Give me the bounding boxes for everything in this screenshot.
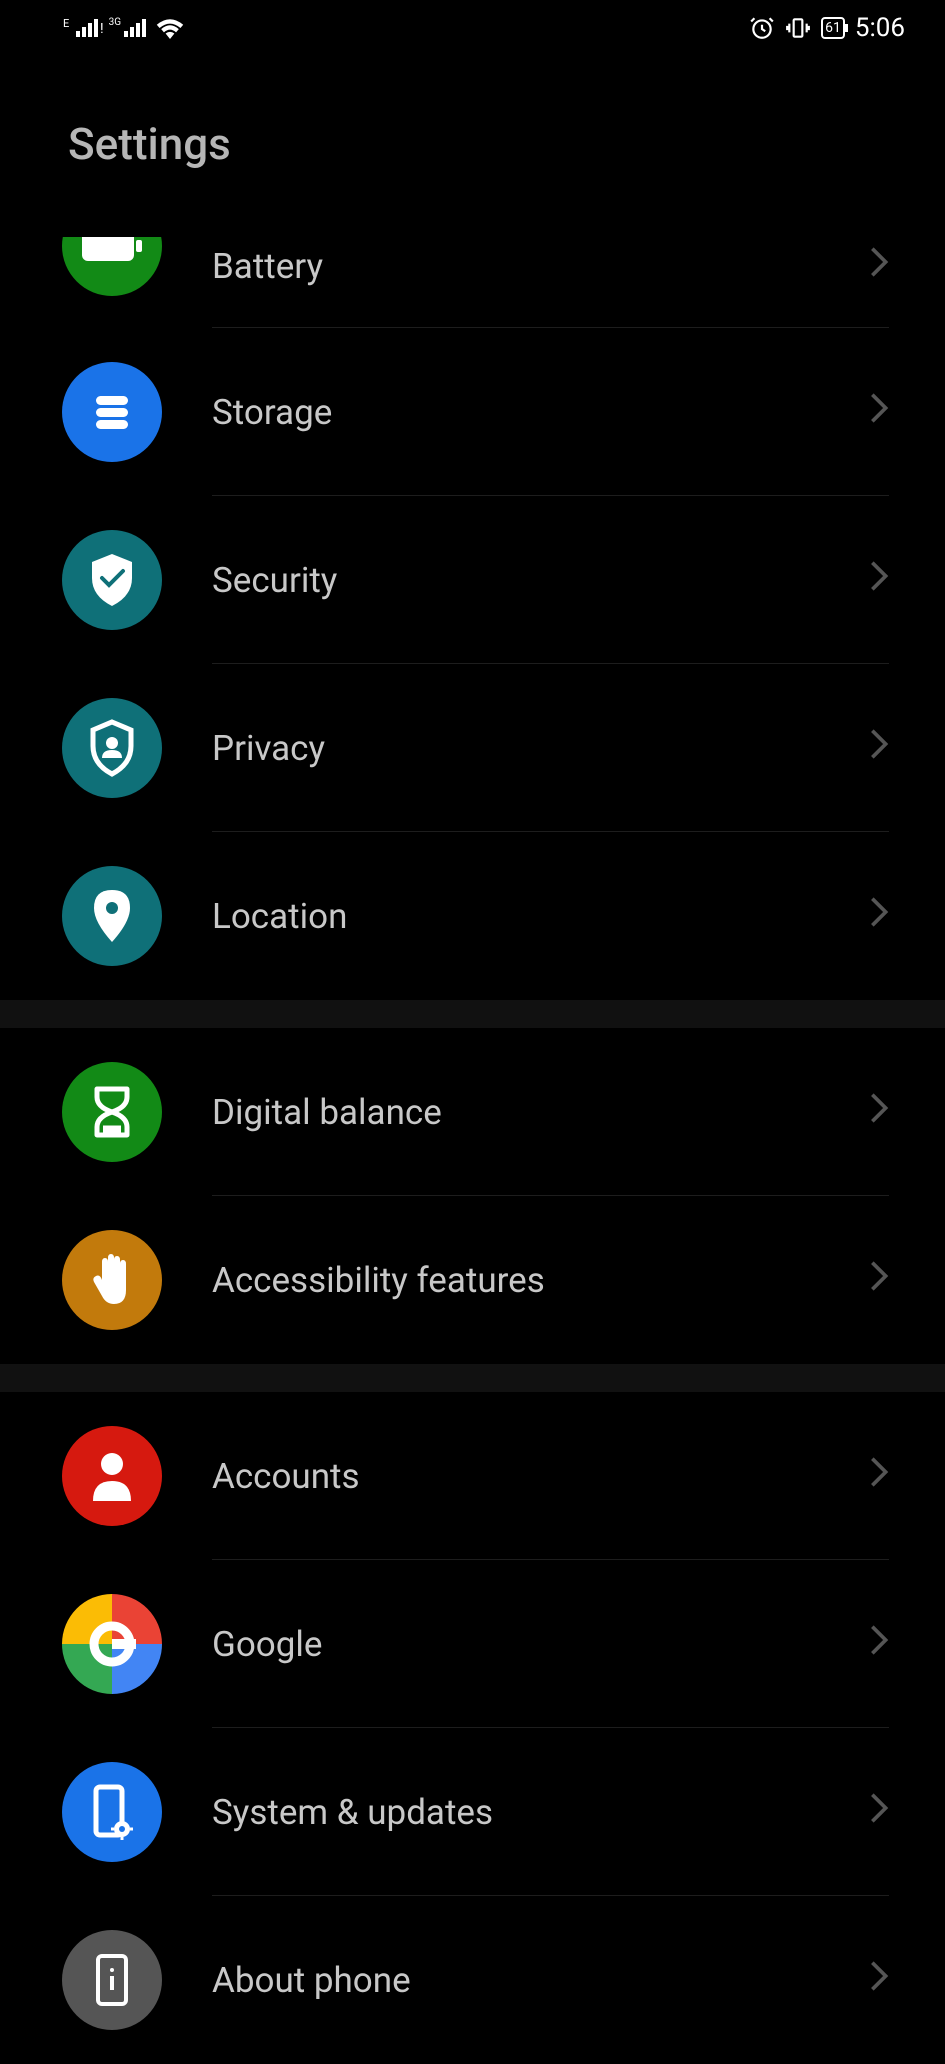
settings-item-label: About phone xyxy=(212,1960,869,2001)
chevron-right-icon xyxy=(869,391,889,434)
battery-icon xyxy=(62,196,162,296)
settings-item-accessibility[interactable]: Accessibility features xyxy=(0,1196,945,1364)
section-divider xyxy=(0,1364,945,1392)
settings-item-label: Accessibility features xyxy=(212,1260,869,1301)
chevron-right-icon xyxy=(869,1091,889,1134)
settings-item-label: Location xyxy=(212,896,869,937)
status-bar: E ! 3G xyxy=(0,0,945,56)
signal-2-icon: 3G xyxy=(114,19,146,37)
settings-section: Battery Storage xyxy=(0,205,945,1000)
settings-item-privacy[interactable]: Privacy xyxy=(0,664,945,832)
settings-item-system-updates[interactable]: System & updates xyxy=(0,1728,945,1896)
settings-item-location[interactable]: Location xyxy=(0,832,945,1000)
battery-status-icon: 61 xyxy=(821,17,845,39)
settings-item-google[interactable]: Google xyxy=(0,1560,945,1728)
phone-gear-icon xyxy=(62,1762,162,1862)
page-title: Settings xyxy=(0,56,945,170)
signal-1-icon: E ! xyxy=(66,19,104,37)
security-icon xyxy=(62,530,162,630)
chevron-right-icon xyxy=(869,1959,889,2002)
settings-item-label: Battery xyxy=(212,246,869,287)
google-icon xyxy=(62,1594,162,1694)
settings-item-label: Google xyxy=(212,1624,869,1665)
clock-time: 5:06 xyxy=(855,13,905,43)
settings-item-label: Digital balance xyxy=(212,1092,869,1133)
settings-list: Battery Storage xyxy=(0,205,945,2064)
settings-item-about-phone[interactable]: About phone xyxy=(0,1896,945,2064)
settings-item-label: System & updates xyxy=(212,1792,869,1833)
phone-info-icon xyxy=(62,1930,162,2030)
chevron-right-icon xyxy=(869,245,889,288)
settings-section: Accounts Google xyxy=(0,1392,945,2064)
settings-item-label: Accounts xyxy=(212,1456,869,1497)
vibrate-icon xyxy=(785,15,811,41)
chevron-right-icon xyxy=(869,895,889,938)
settings-item-digital-balance[interactable]: Digital balance xyxy=(0,1028,945,1196)
status-right: 61 5:06 xyxy=(749,13,905,43)
settings-section: Digital balance Accessibility features xyxy=(0,1028,945,1364)
settings-item-label: Security xyxy=(212,560,869,601)
chevron-right-icon xyxy=(869,1259,889,1302)
hand-icon xyxy=(62,1230,162,1330)
settings-item-storage[interactable]: Storage xyxy=(0,328,945,496)
person-icon xyxy=(62,1426,162,1526)
settings-item-accounts[interactable]: Accounts xyxy=(0,1392,945,1560)
settings-item-security[interactable]: Security xyxy=(0,496,945,664)
hourglass-icon xyxy=(62,1062,162,1162)
chevron-right-icon xyxy=(869,559,889,602)
chevron-right-icon xyxy=(869,727,889,770)
chevron-right-icon xyxy=(869,1455,889,1498)
chevron-right-icon xyxy=(869,1791,889,1834)
settings-item-label: Privacy xyxy=(212,728,869,769)
alarm-icon xyxy=(749,15,775,41)
storage-icon xyxy=(62,362,162,462)
wifi-icon xyxy=(156,17,184,39)
settings-item-battery[interactable]: Battery xyxy=(0,205,945,328)
status-left: E ! 3G xyxy=(66,17,184,39)
chevron-right-icon xyxy=(869,1623,889,1666)
settings-item-label: Storage xyxy=(212,392,869,433)
privacy-icon xyxy=(62,698,162,798)
location-icon xyxy=(62,866,162,966)
section-divider xyxy=(0,1000,945,1028)
